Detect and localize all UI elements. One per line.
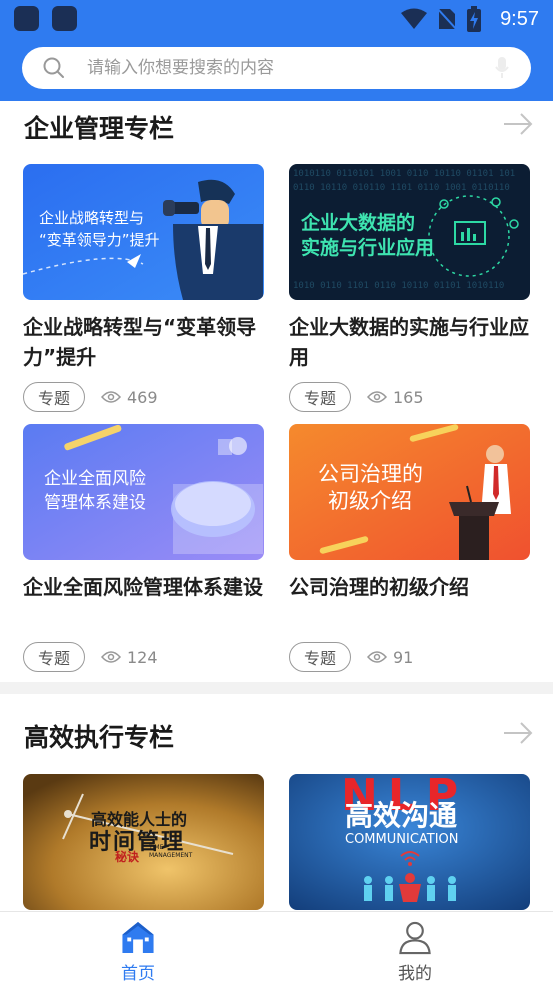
card-title[interactable]: 公司治理的初级介绍 [289,572,530,632]
nav-label: 我的 [398,964,432,983]
thumbnail-text-line: MANAGEMENT [149,852,193,859]
thumbnail-text-line: 实施与行业应用 [301,237,435,259]
status-bar: 9:57 [0,0,553,38]
card-meta: 专题 469 [23,382,264,412]
course-card[interactable]: 公司治理的 初级介绍 公司治理的初级介绍 专题 91 [289,424,530,672]
thumbnail-text: 企业大数据的 实施与行业应用 [301,211,434,261]
thumbnail-text-line: 初级介绍 [328,489,412,513]
user-icon [399,921,431,955]
view-count: 165 [367,388,424,407]
svg-text:1010 0110 1101 0110 10110 0110: 1010 0110 1101 0110 10110 01101 1010110 [293,281,504,291]
course-thumbnail[interactable]: 企业全面风险 管理体系建设 [23,424,264,560]
thumbnail-text-line: 管理体系建设 [44,493,146,513]
section-title-efficient-execution: 高效执行专栏 [24,723,175,752]
view-count-value: 469 [127,387,158,407]
course-thumbnail[interactable]: 企业战略转型与 “变革领导力”提升 [23,164,264,300]
search-input[interactable] [87,58,477,78]
course-thumbnail[interactable]: 公司治理的 初级介绍 [289,424,530,560]
topic-tag: 专题 [23,382,85,412]
course-card[interactable]: 1010110 0110101 1001 0110 10110 01101 10… [289,164,530,412]
no-sim-icon [437,7,457,31]
thumbnail-text: 企业战略转型与 “变革领导力”提升 [39,207,160,251]
view-count-value: 165 [393,387,424,407]
view-count: 124 [101,648,158,667]
status-icons [401,6,481,32]
course-card[interactable]: 高效能人士的 时间管理 秘诀 TIME MANAGEMENT [23,774,264,910]
battery-icon [467,6,481,32]
view-count: 91 [367,648,413,667]
view-count: 469 [101,388,158,407]
thumbnail-text-line: 企业全面风险 [44,469,146,489]
thumbnail-text-line: 秘诀 [115,850,140,864]
thumbnail-text: 公司治理的 初级介绍 [318,461,423,515]
notification-icon [14,6,39,31]
nav-item-profile[interactable]: 我的 [277,912,553,983]
card-title[interactable]: 企业大数据的实施与行业应用 [289,312,530,372]
notification-icon [52,6,77,31]
eye-icon [367,391,387,403]
eye-icon [101,651,121,663]
thumbnail-text-line: COMMUNICATION [345,832,459,847]
topic-tag: 专题 [289,382,351,412]
thumbnail-text-line: 高效沟通 [345,799,458,832]
microphone-icon[interactable] [495,57,509,79]
thumbnail-text-line: 企业战略转型与 [39,209,145,227]
svg-text:0110 10110 010110 1101 0110 10: 0110 10110 010110 1101 0110 1001 0110110 [293,183,510,193]
course-card[interactable]: 企业战略转型与 “变革领导力”提升 企业战略转型与“变革领导力”提升 专题 46… [23,164,264,412]
app-root: 9:57 企业管理专栏 [0,0,553,983]
course-thumbnail[interactable]: NLP 高效沟通 COMMUNICATION [289,774,530,910]
section-divider [0,682,553,694]
card-title[interactable]: 企业全面风险管理体系建设 [23,572,264,632]
card-meta: 专题 124 [23,642,264,672]
search-icon [43,57,64,78]
section-title-enterprise-management: 企业管理专栏 [24,114,175,143]
card-meta: 专题 165 [289,382,530,412]
home-icon [122,921,154,954]
thumbnail-text-line: 企业大数据的 [301,212,416,234]
status-time: 9:57 [500,8,539,30]
course-card[interactable]: 企业全面风险 管理体系建设 企业全面风险管理体系建设 专题 124 [23,424,264,672]
thumbnail-text-line: “变革领导力”提升 [39,231,160,249]
bottom-nav: 首页 我的 [0,911,553,983]
thumbnail-text-line: TIME [149,844,164,851]
arrow-right-icon[interactable] [503,722,533,744]
nav-item-home[interactable]: 首页 [0,912,276,983]
nav-label: 首页 [121,964,155,983]
wifi-icon [401,8,427,29]
course-card[interactable]: NLP 高效沟通 COMMUNICATION [289,774,530,910]
content-scroll[interactable]: 企业管理专栏 企业战略转型与 “变革领导力”提升 企业战略转型与“变革领导力”提… [0,101,553,911]
thumbnail-text-line: 公司治理的 [318,462,423,486]
svg-text:1010110 0110101 1001 0110 1011: 1010110 0110101 1001 0110 10110 01101 10… [293,169,515,179]
search-bar[interactable] [22,47,531,89]
card-title[interactable]: 企业战略转型与“变革领导力”提升 [23,312,264,372]
arrow-right-icon[interactable] [503,113,533,135]
course-thumbnail[interactable]: 高效能人士的 时间管理 秘诀 TIME MANAGEMENT [23,774,264,910]
view-count-value: 124 [127,647,158,667]
card-meta: 专题 91 [289,642,530,672]
thumbnail-text: 企业全面风险 管理体系建设 [44,467,146,515]
header: 9:57 [0,0,553,101]
eye-icon [367,651,387,663]
topic-tag: 专题 [23,642,85,672]
view-count-value: 91 [393,647,414,667]
course-thumbnail[interactable]: 1010110 0110101 1001 0110 10110 01101 10… [289,164,530,300]
eye-icon [101,391,121,403]
topic-tag: 专题 [289,642,351,672]
